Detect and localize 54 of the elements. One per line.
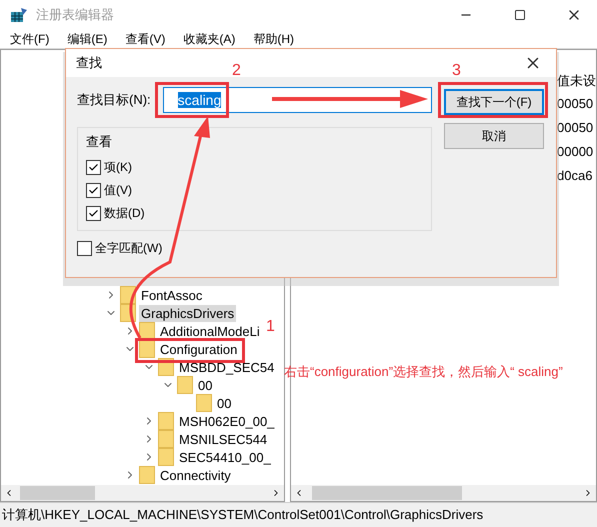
value-text: 00000	[557, 144, 594, 161]
menu-item[interactable]: 编辑(E)	[67, 30, 108, 48]
value-text: d0ca6	[557, 168, 594, 185]
menu-item[interactable]: 收藏夹(A)	[183, 30, 236, 48]
checkbox-label: 值(V)	[104, 182, 132, 198]
scroll-thumb[interactable]	[312, 486, 462, 500]
app-icon	[10, 7, 28, 23]
checkmark-icon	[88, 162, 99, 172]
tree-item[interactable]: GraphicsDrivers	[139, 304, 236, 322]
checkbox[interactable]	[86, 160, 101, 174]
folder-icon	[158, 448, 174, 466]
checkmark-icon	[88, 184, 99, 196]
annotation-note: 右击“configuration”选择查找，然后输入“ scaling”	[284, 363, 564, 381]
scroll-thumb[interactable]	[20, 486, 95, 500]
checkbox[interactable]	[86, 182, 101, 198]
tree-item[interactable]: Configuration	[158, 340, 240, 358]
menu-item[interactable]: 查看(V)	[125, 30, 166, 48]
folder-icon	[177, 376, 193, 394]
tree-item[interactable]: FontAssoc	[139, 286, 204, 304]
find-next-button[interactable]: 查找下一个(F)	[444, 89, 544, 115]
cancel-button[interactable]: 取消	[444, 123, 544, 149]
dialog-title: 查找	[76, 54, 102, 72]
value-text: 00050	[557, 120, 594, 137]
folder-icon	[139, 466, 155, 484]
status-text: 计算机\HKEY_LOCAL_MACHINE\SYSTEM\ControlSet001\Control\GraphicsDrivers	[2, 506, 484, 524]
folder-icon	[139, 340, 155, 358]
value-text: 00050	[557, 96, 594, 113]
step-number: 3	[452, 62, 461, 80]
field-label: 查找目标(N):	[77, 91, 151, 109]
tree-item[interactable]: MSNILSEC544	[177, 430, 270, 448]
tree-item[interactable]: MSH062E0_00_	[177, 412, 276, 430]
checkbox[interactable]	[86, 206, 101, 220]
tree-item[interactable]: 00	[196, 376, 214, 394]
tree-item[interactable]: MSBDD_SEC54	[177, 358, 276, 376]
step-number: 2	[232, 62, 241, 80]
tree-item[interactable]: AdditionalModeLi	[158, 322, 262, 340]
menu-item[interactable]: 帮助(H)	[253, 30, 294, 48]
checkbox-label: 数据(D)	[104, 204, 145, 222]
tree-item[interactable]: SEC54410_00_	[177, 448, 273, 466]
menu-item[interactable]: 文件(F)	[10, 30, 50, 48]
maximize-icon	[514, 9, 526, 21]
tree-item[interactable]: Connectivity	[158, 466, 233, 484]
window-title: 注册表编辑器	[36, 6, 115, 24]
folder-icon	[158, 412, 174, 430]
checkbox-label: 全字匹配(W)	[95, 240, 162, 256]
checkmark-icon	[88, 208, 99, 218]
group-title: 查看	[86, 133, 112, 151]
checkbox-label: 项(K)	[104, 158, 132, 176]
tree-item[interactable]: 00	[215, 394, 234, 412]
folder-icon	[158, 430, 174, 448]
step-number: 1	[266, 318, 275, 336]
value-text: 值未设	[557, 72, 596, 90]
folder-icon	[196, 394, 212, 412]
checkbox[interactable]	[77, 240, 92, 256]
